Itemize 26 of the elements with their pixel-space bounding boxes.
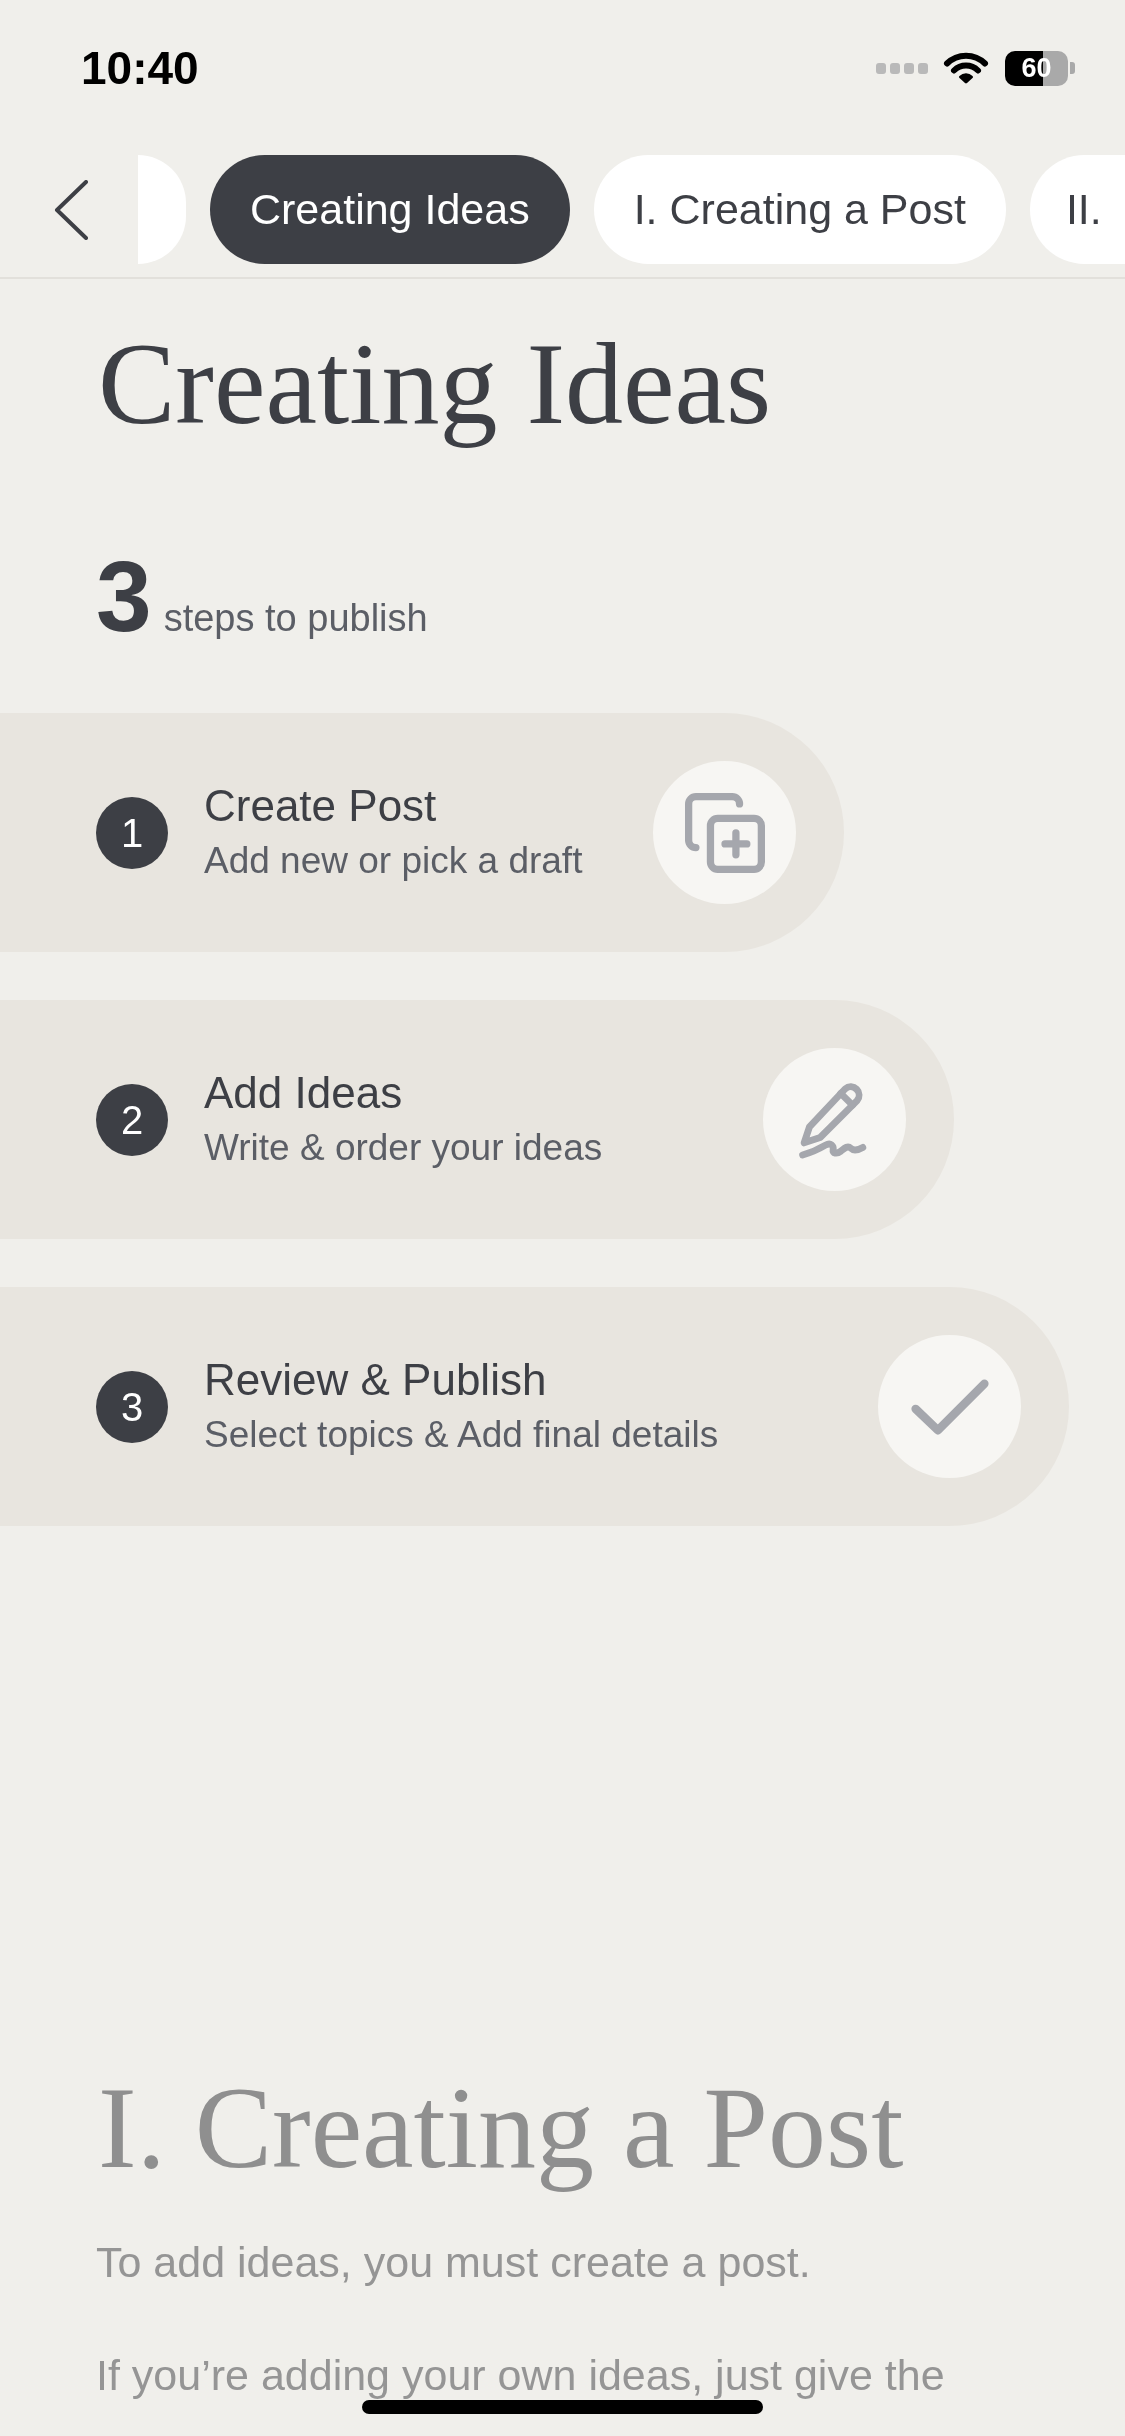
step-number: 3 (96, 1370, 168, 1443)
step-card[interactable]: 1 Create Post Add new or pick a draft (0, 713, 844, 952)
signal-icon (876, 62, 928, 74)
status-time: 10:40 (81, 45, 199, 91)
step-count: 3 (96, 546, 152, 646)
body-text: To add ideas, you must create a post. (96, 2238, 811, 2286)
step-title: Add Ideas (204, 1066, 404, 1119)
step-subtitle: Write & order your ideas (204, 1125, 603, 1170)
step-card[interactable]: 2 Add Ideas Write & order your ideas (0, 1000, 954, 1239)
back-button[interactable] (54, 179, 88, 240)
step-subtitle: Select topics & Add final details (204, 1412, 719, 1457)
page-title: Creating Ideas (98, 319, 772, 450)
step-number: 1 (96, 796, 168, 869)
step-subtitle: Add new or pick a draft (204, 838, 583, 883)
chevron-left-icon (54, 179, 88, 240)
wifi-icon (943, 51, 989, 85)
step-number: 2 (96, 1083, 168, 1156)
tab[interactable]: II. (1029, 155, 1125, 264)
step-count-caption: steps to publish (163, 596, 428, 641)
step-title: Create Post (204, 779, 438, 832)
body-text: If you’re adding your own ideas, just give the (96, 2351, 945, 2399)
tab[interactable]: I. Creating a Post (593, 155, 1006, 264)
tab[interactable]: Creating Ideas (210, 155, 570, 264)
section-title: I. Creating a Post (98, 2063, 904, 2194)
step-title: Review & Publish (204, 1353, 548, 1406)
step-card[interactable]: 3 Review & Publish Select topics & Add final details (0, 1287, 1069, 1526)
